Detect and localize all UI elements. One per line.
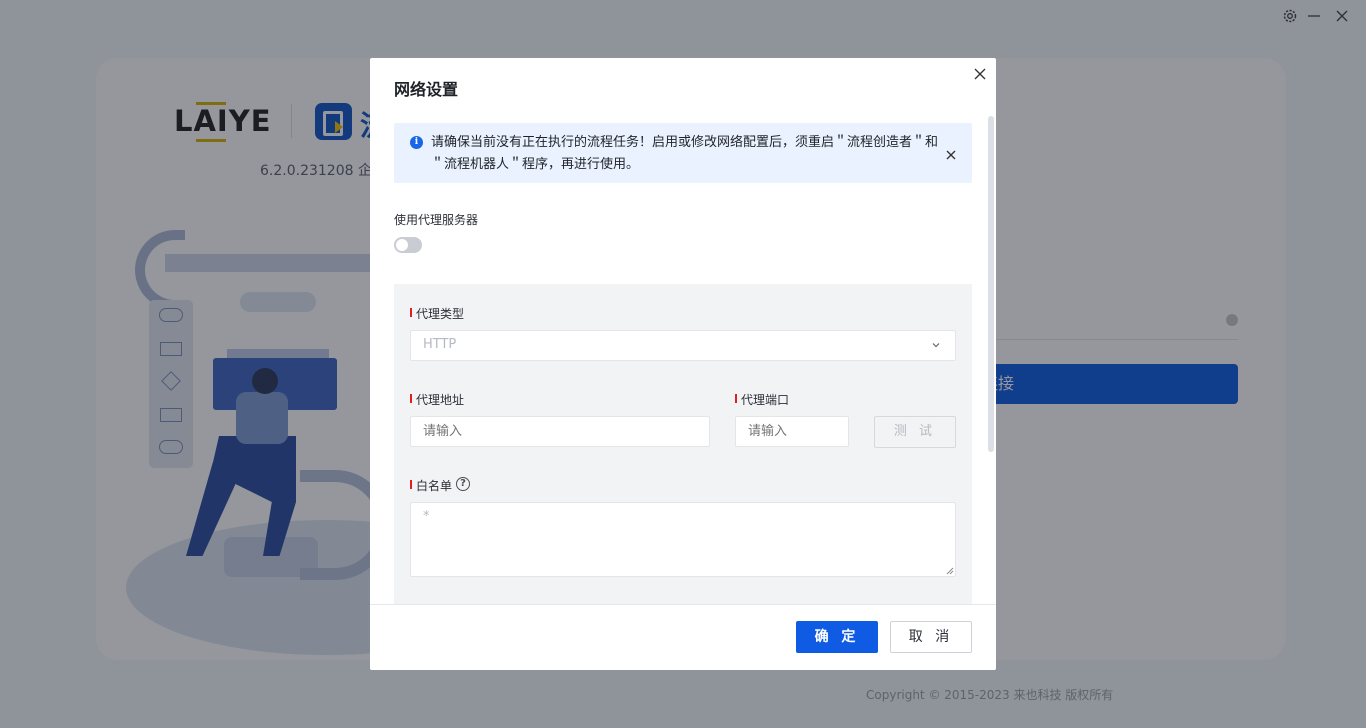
resize-grip-icon[interactable] xyxy=(946,567,954,575)
warning-alert: i 请确保当前没有正在执行的流程任务！启用或修改网络配置后，须重启＂流程创造者＂… xyxy=(394,123,972,183)
network-settings-dialog: 网络设置 i 请确保当前没有正在执行的流程任务！启用或修改网络配置后，须重启＂流… xyxy=(370,58,996,670)
chevron-down-icon xyxy=(932,343,940,348)
use-proxy-label: 使用代理服务器 xyxy=(394,213,479,227)
toggle-knob xyxy=(396,239,408,251)
cancel-button[interactable]: 取 消 xyxy=(890,621,972,653)
scrollbar-thumb[interactable] xyxy=(988,116,994,452)
info-icon: i xyxy=(410,136,423,149)
dialog-body: i 请确保当前没有正在执行的流程任务！启用或修改网络配置后，须重启＂流程创造者＂… xyxy=(370,114,996,604)
test-button[interactable]: 测 试 xyxy=(874,416,956,448)
proxy-type-label: 代理类型 xyxy=(410,305,464,322)
question-help-icon[interactable]: ? xyxy=(456,477,470,491)
use-proxy-toggle[interactable] xyxy=(394,237,422,253)
proxy-port-input[interactable] xyxy=(735,416,849,447)
whitelist-textarea[interactable]: * xyxy=(410,502,956,577)
alert-close-icon[interactable] xyxy=(945,146,957,160)
whitelist-placeholder: * xyxy=(423,509,430,524)
proxy-type-select[interactable]: HTTP xyxy=(410,330,956,361)
proxy-type-value: HTTP xyxy=(423,337,457,352)
dialog-close-icon[interactable] xyxy=(972,66,988,82)
dialog-scrollbar[interactable] xyxy=(987,114,995,604)
whitelist-label: 白名单 xyxy=(410,477,452,494)
proxy-address-input[interactable] xyxy=(410,416,710,447)
dialog-title: 网络设置 xyxy=(394,80,459,99)
ok-button[interactable]: 确 定 xyxy=(796,621,878,653)
proxy-form: 代理类型 HTTP 代理地址 代理端口 测 试 白名单 ? * xyxy=(394,284,972,604)
alert-text: 请确保当前没有正在执行的流程任务！启用或修改网络配置后，须重启＂流程创造者＂和＂… xyxy=(431,135,939,172)
proxy-address-label: 代理地址 xyxy=(410,391,464,408)
dialog-footer: 确 定 取 消 xyxy=(370,604,996,670)
proxy-port-label: 代理端口 xyxy=(735,391,789,408)
